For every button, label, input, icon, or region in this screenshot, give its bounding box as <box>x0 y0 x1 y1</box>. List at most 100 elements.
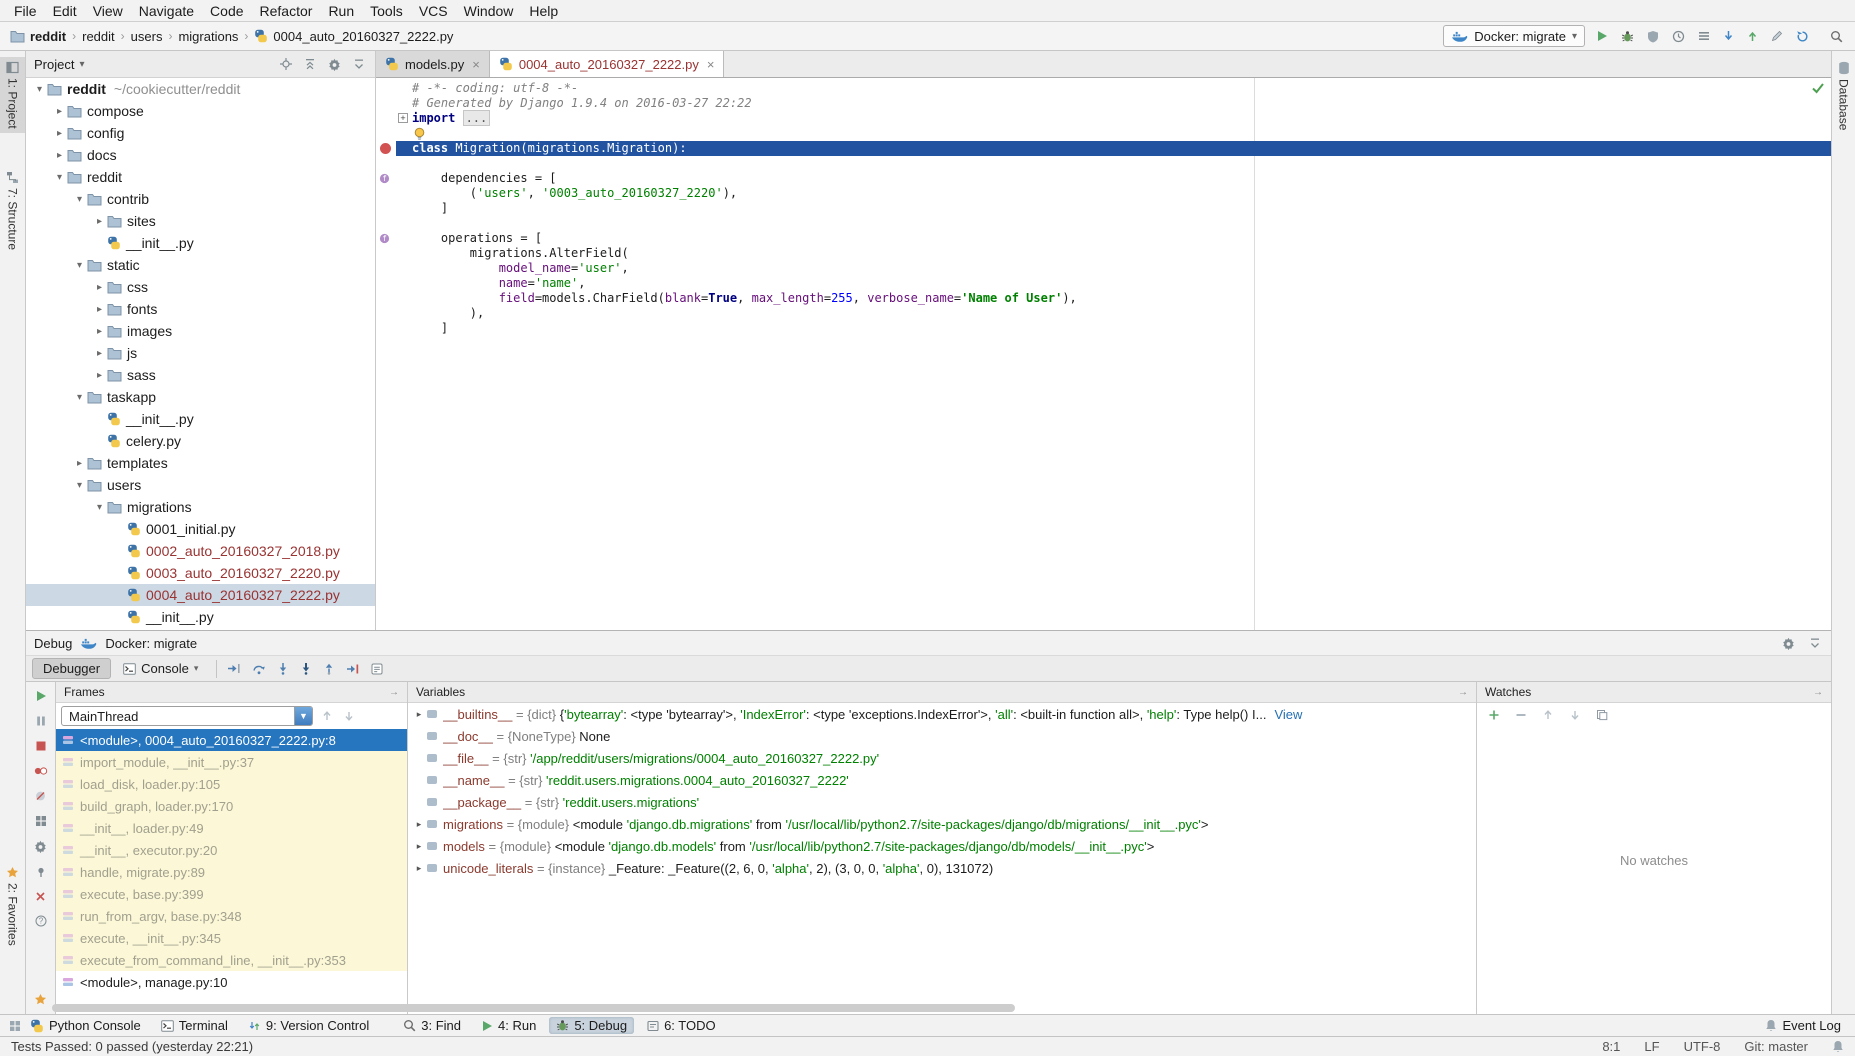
resume-button[interactable] <box>33 688 49 704</box>
tool-stripe-button-database[interactable]: Database <box>1832 57 1855 134</box>
edit-button[interactable] <box>1769 28 1785 44</box>
duplicate-button[interactable] <box>1594 707 1610 723</box>
menu-edit[interactable]: Edit <box>45 0 85 21</box>
inspection-status-icon[interactable] <box>1811 82 1825 94</box>
tree-item[interactable]: ▸config <box>26 122 375 144</box>
field-icon[interactable]: f <box>379 233 390 244</box>
variable-row[interactable]: ▸models = {module} <module 'django.db.mo… <box>408 835 1476 857</box>
remove-button[interactable] <box>1513 707 1529 723</box>
tree-item[interactable]: ▾reddit <box>26 166 375 188</box>
tool-window-switcher-button[interactable] <box>7 1018 23 1034</box>
view-breakpoints-button[interactable] <box>32 763 50 779</box>
tree-item[interactable]: ▾users <box>26 474 375 496</box>
frame-row[interactable]: load_disk, loader.py:105 <box>56 773 407 795</box>
settings-button[interactable] <box>326 56 343 73</box>
collapse-all-button[interactable] <box>302 56 318 72</box>
editor-tab[interactable]: models.py× <box>376 51 490 77</box>
tree-item[interactable]: ▸fonts <box>26 298 375 320</box>
chevron-right-icon[interactable]: ▸ <box>92 304 107 315</box>
chevron-down-icon[interactable]: ▾ <box>72 194 87 205</box>
pin-button[interactable] <box>33 864 49 880</box>
chevron-right-icon[interactable]: ▸ <box>92 216 107 227</box>
horizontal-scrollbar[interactable] <box>52 1004 1015 1012</box>
menu-file[interactable]: File <box>6 0 45 21</box>
restore-layout-button[interactable] <box>33 813 49 829</box>
hide-button[interactable] <box>351 56 367 72</box>
step-over-button[interactable] <box>250 660 268 677</box>
step-into-button[interactable] <box>275 660 291 677</box>
tree-item[interactable]: ▸css <box>26 276 375 298</box>
tool-stripe-button-1-project[interactable]: 1: Project <box>0 57 25 133</box>
status-line-separator[interactable]: LF <box>1644 1039 1659 1054</box>
variable-row[interactable]: __file__ = {str} '/app/reddit/users/migr… <box>408 747 1476 769</box>
move-up-button[interactable] <box>319 708 335 724</box>
chevron-down-icon[interactable]: ▾ <box>72 260 87 271</box>
move-down-button[interactable] <box>1567 707 1583 723</box>
tool-window-button-3-find[interactable]: 3: Find <box>396 1017 468 1034</box>
tool-stripe-button-2-favorites[interactable]: 2: Favorites <box>0 862 25 950</box>
tree-item[interactable]: ▾contrib <box>26 188 375 210</box>
menu-vcs[interactable]: VCS <box>411 0 456 21</box>
revert-button[interactable] <box>1794 28 1811 45</box>
tool-stripe-button-7-structure[interactable]: 7: Structure <box>0 167 25 254</box>
frame-row[interactable]: handle, migrate.py:89 <box>56 861 407 883</box>
tree-item[interactable]: ▸templates <box>26 452 375 474</box>
tool-window-button-terminal[interactable]: Terminal <box>154 1017 235 1034</box>
tool-window-button-python-console[interactable]: Python Console <box>23 1017 148 1034</box>
mute-breakpoints-button[interactable] <box>32 788 49 804</box>
frame-row[interactable]: execute, __init__.py:345 <box>56 927 407 949</box>
frame-row[interactable]: execute_from_command_line, __init__.py:3… <box>56 949 407 971</box>
settings-button[interactable] <box>32 838 49 855</box>
tree-item[interactable]: ▾reddit~/cookiecutter/reddit <box>26 78 375 100</box>
hide-button[interactable] <box>1807 635 1823 652</box>
frame-row[interactable]: run_from_argv, base.py:348 <box>56 905 407 927</box>
coverage-button[interactable] <box>1645 28 1661 45</box>
move-down-button[interactable] <box>341 708 357 724</box>
chevron-right-icon[interactable]: ▸ <box>52 128 67 139</box>
menu-tools[interactable]: Tools <box>362 0 411 21</box>
tool-window-button-9-version-control[interactable]: 9: Version Control <box>241 1017 376 1034</box>
tree-item[interactable]: ▸sites <box>26 210 375 232</box>
tool-window-button-5-debug[interactable]: 5: Debug <box>549 1017 634 1034</box>
force-step-into-button[interactable] <box>298 660 314 677</box>
close-button[interactable] <box>33 889 48 904</box>
step-out-button[interactable] <box>321 660 337 677</box>
run-configuration-select[interactable]: Docker: migrate ▾ <box>1443 25 1585 47</box>
run-button[interactable] <box>1594 28 1610 44</box>
editor-tab[interactable]: 0004_auto_20160327_2222.py× <box>490 51 725 77</box>
tree-item[interactable]: ▸js <box>26 342 375 364</box>
tree-item[interactable]: 0001_initial.py <box>26 518 375 540</box>
tree-item[interactable]: celery.py <box>26 430 375 452</box>
fold-expand-icon[interactable]: + <box>398 113 408 123</box>
tool-window-button-4-run[interactable]: 4: Run <box>474 1017 543 1034</box>
pause-button[interactable] <box>33 713 49 729</box>
breadcrumb-item[interactable]: migrations <box>178 29 238 44</box>
move-up-button[interactable] <box>1540 707 1556 723</box>
variable-row[interactable]: ▸__builtins__ = {dict} {'bytearray': <ty… <box>408 703 1476 725</box>
view-link[interactable]: View <box>1274 707 1302 722</box>
chevron-right-icon[interactable]: ▸ <box>92 282 107 293</box>
status-file-encoding[interactable]: UTF-8 <box>1684 1039 1721 1054</box>
debug-bug-button[interactable] <box>1619 28 1636 45</box>
menu-view[interactable]: View <box>85 0 131 21</box>
breadcrumb-item[interactable]: reddit <box>82 29 115 44</box>
breadcrumb-item[interactable]: users <box>131 29 163 44</box>
chevron-right-icon[interactable]: ▸ <box>52 106 67 117</box>
status-vcs-branch[interactable]: Git: master <box>1744 1039 1808 1054</box>
tool-list-button[interactable] <box>1696 28 1712 44</box>
run-to-cursor-button[interactable] <box>344 661 362 677</box>
vcs-update-button[interactable] <box>1721 28 1736 44</box>
tool-window-button-event-log[interactable]: Event Log <box>1758 1017 1848 1034</box>
add-button[interactable] <box>1486 707 1502 723</box>
chevron-right-icon[interactable]: ▸ <box>72 458 87 469</box>
tree-item[interactable]: __init__.py <box>26 606 375 628</box>
panel-options-icon[interactable]: → <box>389 687 399 698</box>
menu-code[interactable]: Code <box>202 0 251 21</box>
debug-tab-debugger[interactable]: Debugger <box>32 658 111 679</box>
close-icon[interactable]: × <box>472 57 480 72</box>
panel-options-icon[interactable]: → <box>1458 687 1468 698</box>
variable-row[interactable]: __name__ = {str} 'reddit.users.migration… <box>408 769 1476 791</box>
panel-options-icon[interactable]: → <box>1813 687 1823 698</box>
tree-item[interactable]: 0003_auto_20160327_2220.py <box>26 562 375 584</box>
tree-item[interactable]: ▸docs <box>26 144 375 166</box>
